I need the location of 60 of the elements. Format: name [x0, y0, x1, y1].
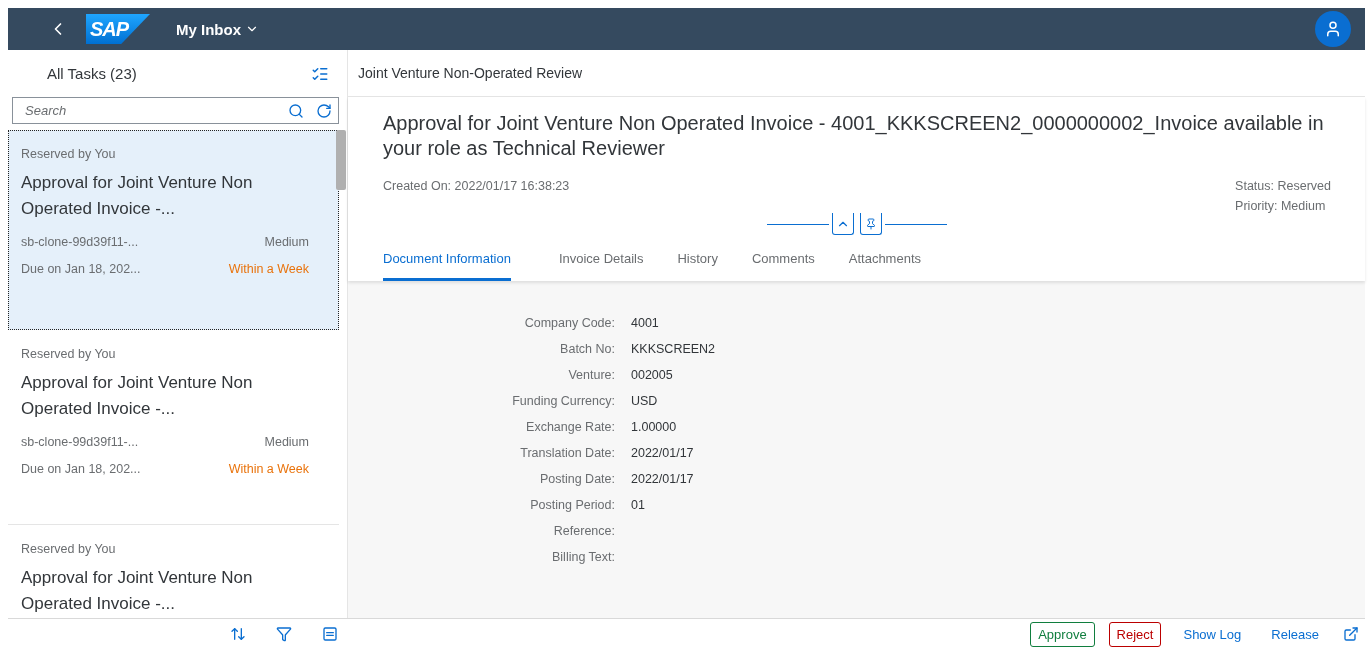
- action-button[interactable]: Reject: [1108, 621, 1162, 647]
- task-status: Reserved by You: [21, 542, 116, 556]
- field-label: Exchange Rate:: [525, 419, 615, 436]
- tab[interactable]: Attachments: [831, 241, 939, 281]
- task-due-status: Within a Week: [228, 261, 309, 276]
- collapse-button[interactable]: [832, 213, 854, 235]
- field-value: USD: [631, 393, 659, 410]
- task-item[interactable]: Reserved by You Approval for Joint Venture Non Operated Invoice -... sb-clone-99d39f11-... Medium Due on Jan 18, 202... Within a Week: [8, 130, 339, 330]
- group-icon[interactable]: [320, 624, 340, 644]
- field-value: 2022/01/17: [631, 445, 695, 462]
- open-external-icon[interactable]: [1341, 624, 1361, 644]
- list-heading: All Tasks (23): [47, 65, 137, 82]
- task-state: Status: Reserved: [1235, 179, 1331, 193]
- task-heading: Approval for Joint Venture Non Operated Invoice - 4001_KKKSCREEN2_0000000002_Invoice available in your role as Technical Reviewer: [383, 111, 1325, 161]
- task-id: sb-clone-99d39f11-...: [21, 434, 139, 449]
- field-label: Funding Currency:: [511, 393, 615, 410]
- task-item[interactable]: Reserved by You Approval for Joint Venture Non Operated Invoice -... sb-clone-99d39f11-... Medium Due on Jan 18, 202... Within a Week: [8, 330, 339, 525]
- task-title: Approval for Joint Venture Non Operated Invoice -...: [21, 567, 254, 615]
- pin-icon: [865, 217, 877, 230]
- action-button[interactable]: Approve: [1030, 621, 1095, 647]
- tab[interactable]: Invoice Details: [541, 241, 661, 281]
- task-due-status: Within a Week: [228, 461, 309, 476]
- logo: SAP: [86, 14, 150, 44]
- pin-button[interactable]: [860, 213, 882, 235]
- task-due-date: Due on Jan 18, 202...: [21, 461, 141, 476]
- app-title-menu[interactable]: My Inbox: [176, 20, 259, 38]
- task-title: Approval for Joint Venture Non Operated Invoice -...: [21, 172, 254, 220]
- created-on: Created On: 2022/01/17 16:38:23: [383, 179, 570, 195]
- task-due-date: Due on Jan 18, 202...: [21, 261, 141, 276]
- field-value: 002005: [631, 367, 674, 384]
- refresh-icon[interactable]: [316, 102, 332, 119]
- tab[interactable]: Comments: [734, 241, 832, 281]
- task-title: Approval for Joint Venture Non Operated Invoice -...: [21, 372, 254, 420]
- task-priority: Medium: [264, 434, 309, 449]
- page-heading: Joint Venture Non-Operated Review: [358, 65, 583, 81]
- field-value: KKKSCREEN2: [631, 341, 717, 358]
- search-bar[interactable]: Search: [12, 97, 339, 124]
- field-label: Reference:: [552, 523, 615, 540]
- field-value: 01: [631, 497, 646, 514]
- task-item[interactable]: Reserved by You Approval for Joint Venture Non Operated Invoice -...: [8, 525, 339, 618]
- field-label: Posting Date:: [538, 471, 615, 488]
- field-label: Billing Text:: [551, 549, 615, 566]
- field-value: 1.00000: [631, 419, 678, 436]
- search-icon[interactable]: [288, 102, 304, 119]
- filter-icon[interactable]: [274, 624, 294, 644]
- field-label: Translation Date:: [519, 445, 615, 462]
- task-priority-info: Priority: Medium: [1235, 199, 1327, 213]
- scrollbar-thumb[interactable]: [336, 130, 346, 190]
- field-label: Venture:: [567, 367, 615, 384]
- field-label: Company Code:: [523, 315, 615, 332]
- field-value: 2022/01/17: [631, 471, 695, 488]
- user-avatar[interactable]: [1315, 11, 1351, 47]
- task-id: sb-clone-99d39f11-...: [21, 234, 139, 249]
- tab[interactable]: History: [660, 241, 735, 281]
- field-label: Batch No:: [559, 341, 615, 358]
- task-priority: Medium: [264, 234, 309, 249]
- field-label: Posting Period:: [529, 497, 615, 514]
- task-status: Reserved by You: [21, 147, 116, 161]
- task-status: Reserved by You: [21, 347, 116, 361]
- field-value: 4001: [631, 315, 660, 332]
